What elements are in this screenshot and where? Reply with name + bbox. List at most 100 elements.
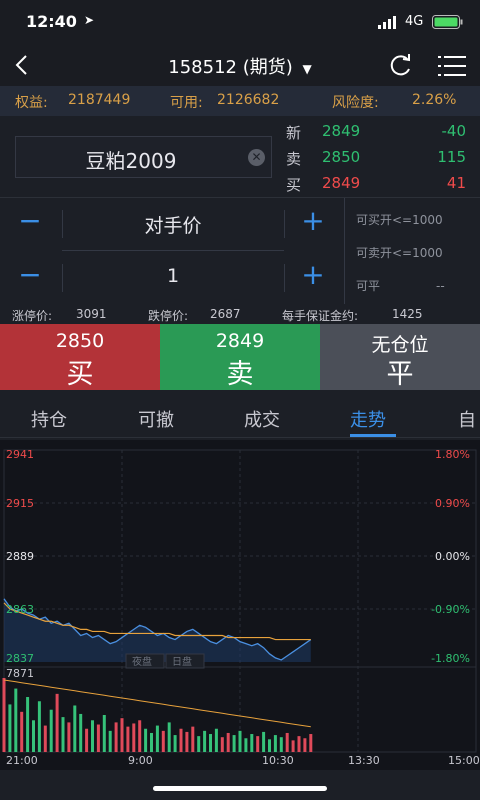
volume-bar xyxy=(197,736,201,752)
quote-price: 2850 xyxy=(322,148,361,166)
limit-down-value: 2687 xyxy=(210,307,241,321)
menu-icon[interactable] xyxy=(438,55,466,77)
x-tick-label: 10:30 xyxy=(262,754,294,767)
refresh-icon[interactable] xyxy=(388,52,414,78)
limit-up-label: 涨停价: xyxy=(12,309,53,323)
location-arrow-icon: ➤ xyxy=(84,13,95,27)
chart-svg[interactable]: 2941 2915 2889 2863 2837 1.80% 0.90% 0.00% -0.90… xyxy=(0,440,480,770)
tab-trend[interactable]: 走势 xyxy=(350,406,386,432)
y-tick-label-right: -0.90% xyxy=(431,603,470,616)
close-action[interactable]: 平 xyxy=(320,352,480,391)
price-area xyxy=(4,598,311,662)
volume-bar xyxy=(138,720,142,752)
margin-label: 每手保证金约: xyxy=(282,309,359,323)
volume-bar xyxy=(214,728,218,752)
volume-bar xyxy=(291,740,295,752)
tab-optional[interactable]: 自 xyxy=(458,406,476,432)
volume-bar xyxy=(256,736,260,752)
chevron-down-icon[interactable]: ▼ xyxy=(302,62,311,76)
x-tick-label: 9:00 xyxy=(128,754,153,767)
sell-button[interactable]: 2849 卖 xyxy=(160,324,320,390)
volume-bar xyxy=(203,730,207,752)
volume-bar xyxy=(108,730,112,752)
buy-button[interactable]: 2850 买 xyxy=(0,324,160,390)
volume-bar xyxy=(14,688,18,752)
divider xyxy=(284,210,285,238)
volume-bar xyxy=(85,728,89,752)
session-tag-label: 日盘 xyxy=(172,655,192,668)
volume-bar xyxy=(179,728,183,752)
volume-bar xyxy=(161,730,165,752)
quote-row-bid: 买 2849 41 xyxy=(286,172,466,196)
quote-value: 115 xyxy=(437,148,466,166)
y-tick-label-right: 0.00% xyxy=(435,550,470,563)
volume-bar xyxy=(144,728,148,752)
battery-icon xyxy=(432,14,464,29)
volume-bar xyxy=(102,715,106,752)
volume-bar xyxy=(303,738,307,752)
volume-bar xyxy=(209,734,212,752)
equity-label: 权益: xyxy=(15,95,48,111)
volume-bar xyxy=(226,732,230,752)
price-type-field[interactable]: 对手价 xyxy=(62,211,284,238)
volume-bar xyxy=(262,731,266,752)
quantity-minus-button[interactable]: − xyxy=(15,261,45,292)
quote-value: -40 xyxy=(441,122,467,140)
volume-bar xyxy=(173,735,177,752)
risk-label: 风险度: xyxy=(332,95,379,111)
buy-price[interactable]: 2850 xyxy=(0,330,160,352)
volume-bar xyxy=(155,725,159,752)
y-tick-label-right: 0.90% xyxy=(435,497,470,510)
volume-bar xyxy=(268,739,271,752)
close-value: -- xyxy=(436,279,445,293)
order-entry: − 对手价 + − 1 + 可买开<=1000 可卖开<=1000 可平 -- xyxy=(0,198,480,304)
nav-bar: 158512 (期货) ▼ xyxy=(0,44,480,86)
tab-trades[interactable]: 成交 xyxy=(244,406,280,432)
quote-label: 卖 xyxy=(286,150,302,168)
quote-price: 2849 xyxy=(322,122,361,140)
volume-bar xyxy=(96,724,100,752)
volume-bar xyxy=(114,722,118,752)
x-tick-label: 15:00 xyxy=(448,754,480,767)
price-minus-button[interactable]: − xyxy=(15,207,45,238)
volume-bar xyxy=(150,732,153,752)
x-tick-label: 13:30 xyxy=(348,754,380,767)
quantity-field[interactable]: 1 xyxy=(62,265,284,287)
sell-action[interactable]: 卖 xyxy=(160,352,320,391)
volume-bar xyxy=(43,725,47,752)
session-tag-label: 夜盘 xyxy=(132,655,152,668)
quantity-plus-button[interactable]: + xyxy=(298,261,328,292)
quote-price: 2849 xyxy=(322,174,361,192)
volume-bar xyxy=(126,726,130,752)
buy-action[interactable]: 买 xyxy=(0,352,160,391)
y-tick-label-left: 2941 xyxy=(6,448,34,461)
y-tick-label-left: 2889 xyxy=(6,550,34,563)
y-tick-label-right: 1.80% xyxy=(435,448,470,461)
sell-price[interactable]: 2849 xyxy=(160,330,320,352)
symbol-input[interactable]: 豆粕2009 ✕ xyxy=(15,136,272,178)
account-summary: 权益: 2187449 可用: 2126682 风险度: 2.26% xyxy=(0,86,480,116)
volume-bar xyxy=(232,735,236,752)
volume-bar xyxy=(49,709,53,752)
volume-bar xyxy=(37,701,41,752)
clear-icon[interactable]: ✕ xyxy=(248,149,265,166)
sell-open-label: 可卖开<= xyxy=(356,246,413,260)
close-position-button[interactable]: 无仓位 平 xyxy=(320,324,480,390)
buy-open-available: 可买开<=1000 xyxy=(356,211,443,228)
quote-row-last: 新 2849 -40 xyxy=(286,120,466,144)
intraday-chart[interactable]: 2941 2915 2889 2863 2837 1.80% 0.90% 0.00% -0.90… xyxy=(0,440,480,770)
divider xyxy=(62,250,284,251)
volume-bar xyxy=(309,734,313,752)
home-indicator[interactable] xyxy=(153,786,327,791)
page-title-text[interactable]: 158512 (期货) xyxy=(168,57,292,78)
status-bar: 12:40 ➤ 4G xyxy=(0,0,480,44)
volume-bar xyxy=(2,678,6,752)
tab-positions[interactable]: 持仓 xyxy=(31,406,67,432)
volume-bar xyxy=(244,738,248,752)
volume-bar xyxy=(55,693,59,752)
volume-bar xyxy=(73,705,77,752)
symbol-name[interactable]: 豆粕2009 xyxy=(16,145,246,174)
tab-cancelable[interactable]: 可撤 xyxy=(138,406,174,432)
price-limits: 涨停价: 3091 跌停价: 2687 每手保证金约: 1425 xyxy=(0,304,480,324)
price-plus-button[interactable]: + xyxy=(298,207,328,238)
